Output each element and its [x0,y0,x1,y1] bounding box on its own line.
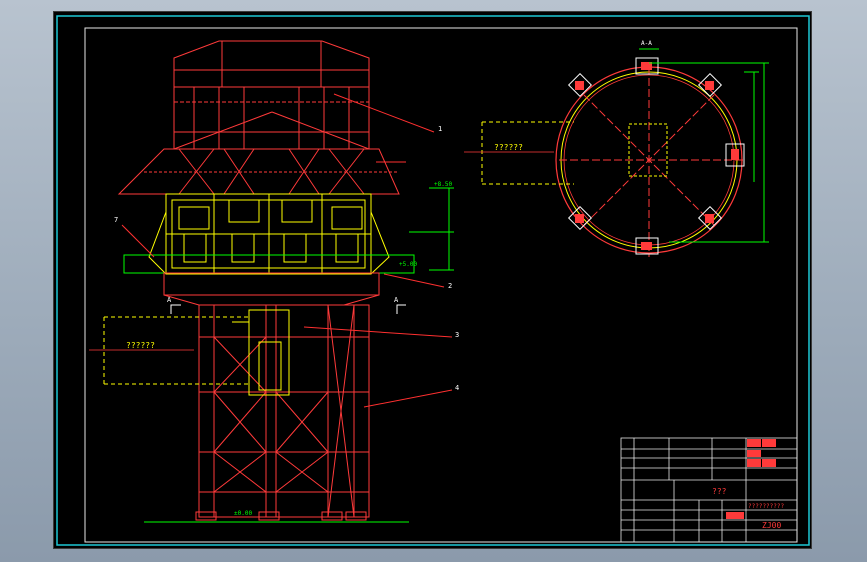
column-fills [575,62,739,250]
plan-mark: A-A [641,40,652,47]
elevation-mark-2: +5.00 [399,261,417,268]
inner-frame [84,27,798,543]
section-mark-a-right: A [394,296,399,304]
plan-duct [628,123,668,177]
plan-pipe-label: ?????? [494,143,523,152]
elevation-dimensions [409,187,454,271]
drawing-number: ZJ00 [762,521,781,530]
leader-label-4: 4 [455,384,459,392]
elevation-mark-3: +8.50 [434,181,452,188]
column-pads [567,57,745,255]
drawing-sheet: ?????? ?????? A A 1 2 3 4 7 A-A ±0.00 +5… [53,11,812,549]
cad-drawing: ?????? ?????? A A 1 2 3 4 7 A-A ±0.00 +5… [56,15,810,546]
drawing-title: ??? [712,487,727,496]
section-mark-right [396,304,406,314]
leader-label-2: 2 [448,282,452,290]
equipment-assembly [148,193,390,275]
elevation-mark-1: ±0.00 [234,510,252,517]
company-name: ?????????? [748,503,785,510]
pipe-label-left: ?????? [126,341,155,350]
elevation-view [89,40,454,523]
support-tower [198,304,370,518]
leader-label-1: 1 [438,125,442,133]
leader-label-7: 7 [114,216,118,224]
roof-cap [173,40,370,88]
section-mark-left [170,304,181,314]
leader-label-3: 3 [455,331,459,339]
plan-view [464,48,769,257]
outer-frame [56,15,810,546]
duct [232,309,290,396]
